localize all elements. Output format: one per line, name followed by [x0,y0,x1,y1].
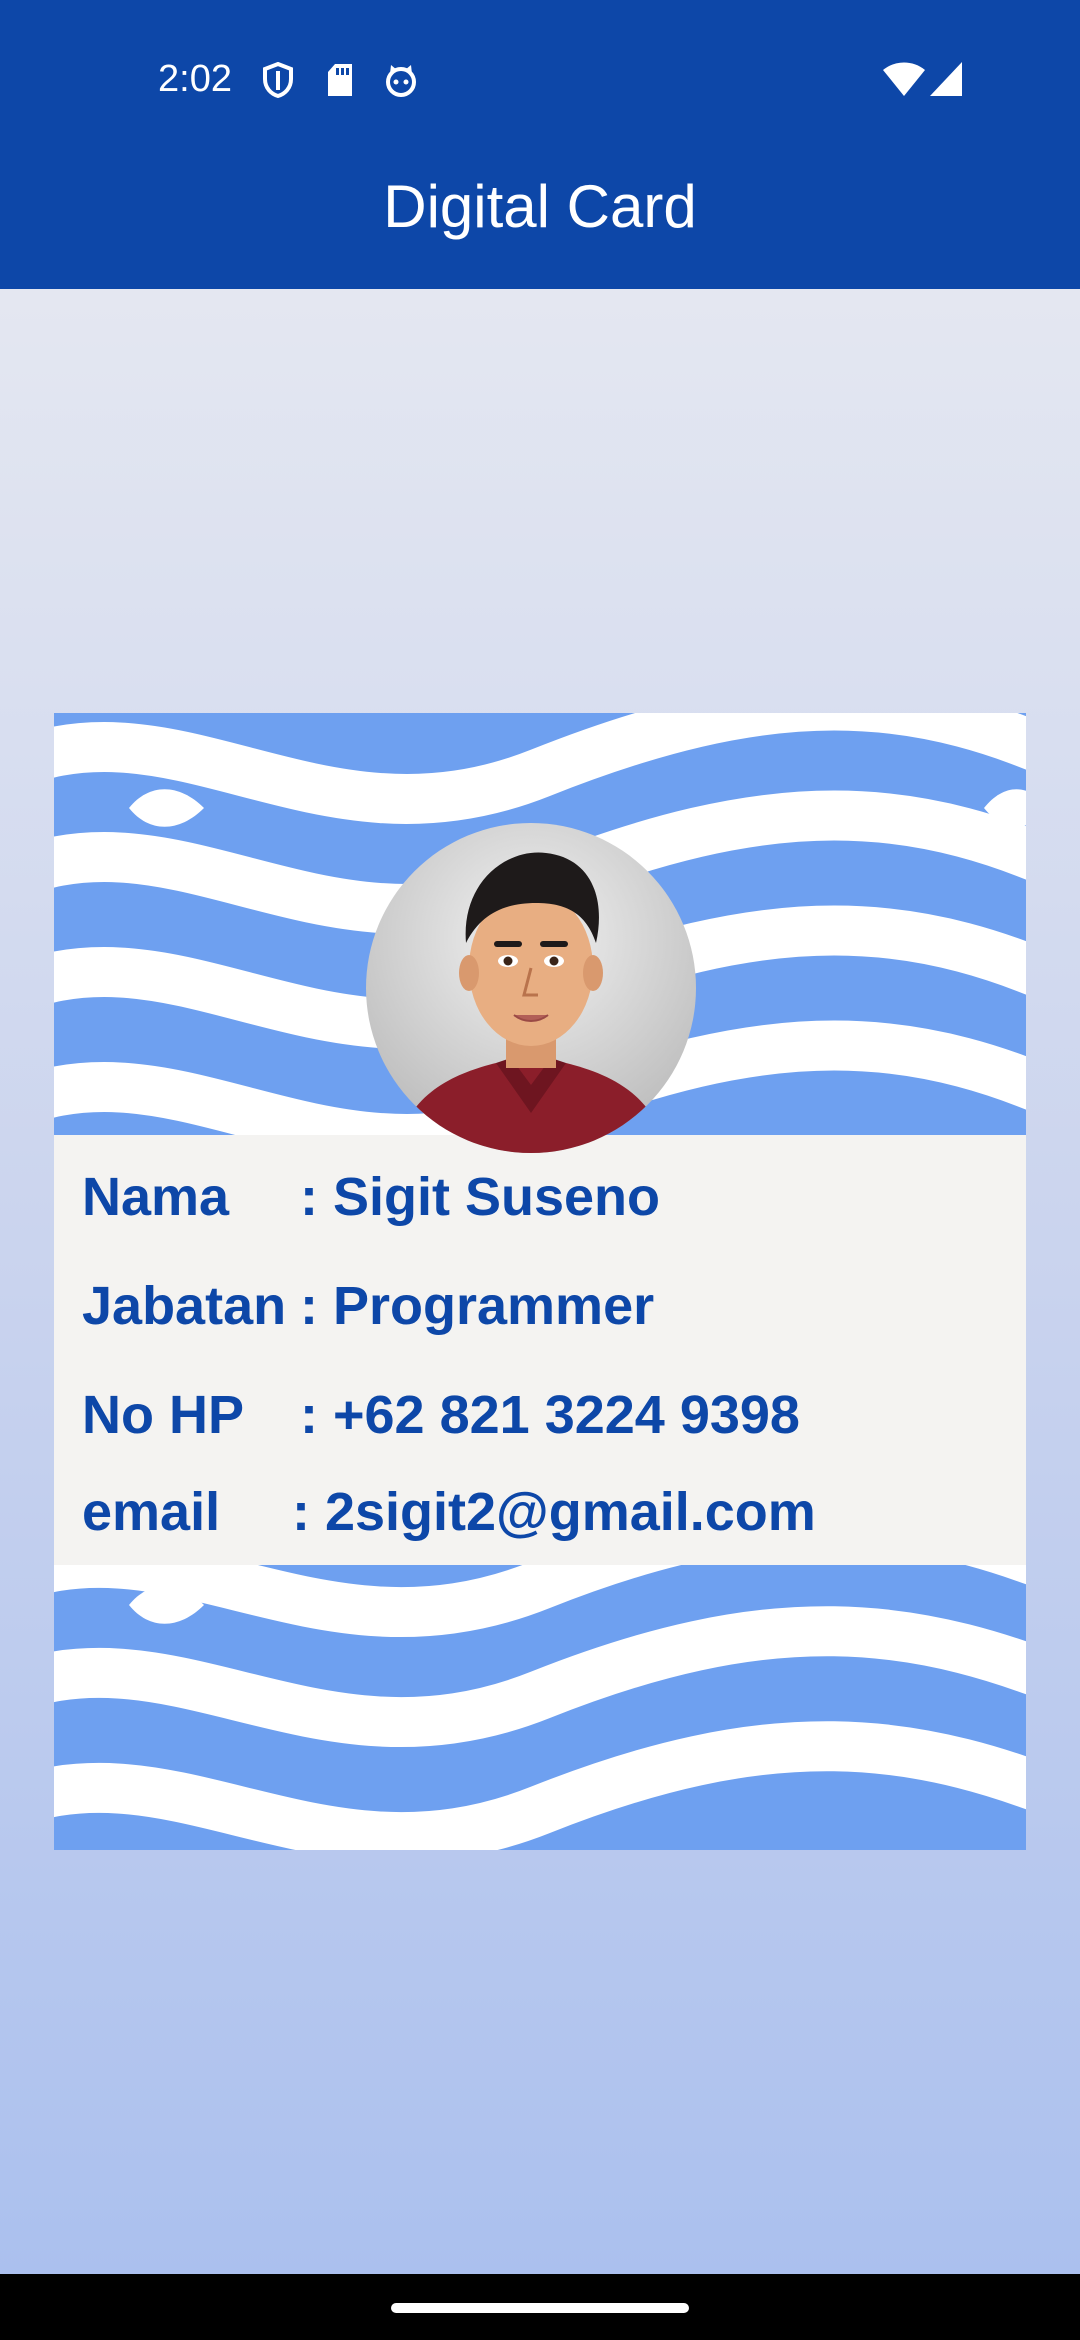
profile-avatar [366,823,696,1153]
field-value: : 2sigit2@gmail.com [292,1482,816,1542]
field-jabatan: Jabatan: Programmer [82,1275,654,1337]
sd-card-icon [326,62,354,103]
cat-face-icon [383,62,419,103]
shield-icon [262,61,294,103]
wifi-icon [882,60,926,103]
navigation-bar [0,2274,1080,2340]
field-value: : +62 821 3224 9398 [300,1385,800,1445]
app-bar: Digital Card [0,164,1080,289]
cellular-signal-icon [928,60,964,103]
field-label: email [82,1482,221,1542]
field-nama: Nama : Sigit Suseno [82,1166,660,1228]
field-email: email : 2sigit2@gmail.com [82,1481,816,1543]
field-label: No HP [82,1385,244,1445]
digital-card: Nama : Sigit Suseno Jabatan: Programmer N… [54,713,1026,1850]
status-bar: 2:02 [0,0,1080,164]
field-label: Jabatan [82,1276,287,1336]
wave-pattern-bottom [54,1565,1026,1850]
home-indicator[interactable] [391,2303,689,2313]
field-value: : Programmer [300,1276,655,1336]
field-no-hp: No HP : +62 821 3224 9398 [82,1384,800,1446]
status-time: 2:02 [158,58,232,100]
app-title: Digital Card [383,173,697,240]
field-value: : Sigit Suseno [300,1167,661,1227]
field-label: Nama [82,1167,230,1227]
